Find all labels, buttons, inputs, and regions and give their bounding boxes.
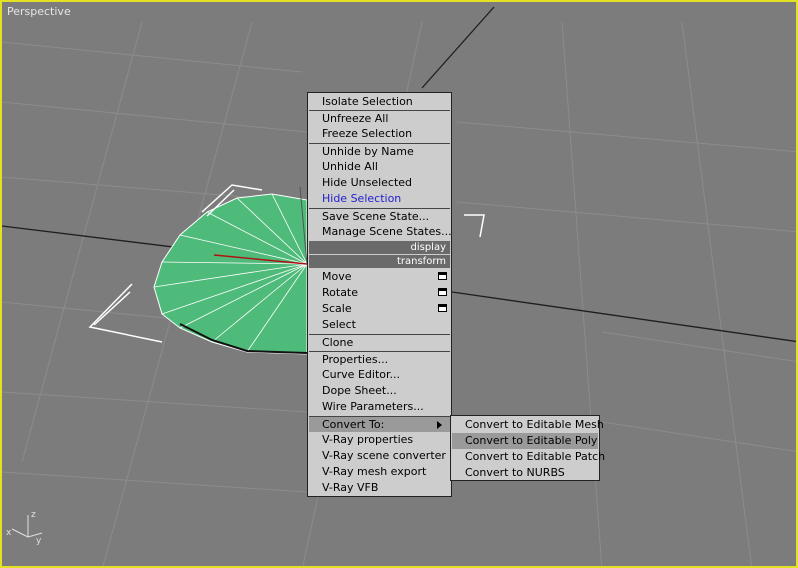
menu-unhide-by-name[interactable]: Unhide by Name: [309, 143, 450, 159]
menu-rotate-label: Rotate: [322, 286, 359, 299]
rotate-settings-icon[interactable]: [438, 288, 447, 296]
quad-header-transform: transform: [309, 255, 450, 268]
axis-z-label: z: [31, 510, 36, 520]
menu-select[interactable]: Select: [309, 317, 450, 333]
menu-move-label: Move: [322, 270, 352, 283]
submenu-editable-poly[interactable]: Convert to Editable Poly: [452, 433, 598, 449]
quad-header-display: display: [309, 241, 450, 254]
axis-x-label: x: [6, 528, 12, 538]
move-settings-icon[interactable]: [438, 272, 447, 280]
scale-settings-icon[interactable]: [438, 304, 447, 312]
menu-convert-to-label: Convert To:: [322, 418, 385, 431]
menu-move[interactable]: Move: [309, 269, 450, 285]
menu-vray-scene-converter[interactable]: V-Ray scene converter: [309, 448, 450, 464]
submenu-arrow-icon: [437, 421, 442, 429]
menu-hide-selection[interactable]: Hide Selection: [309, 191, 450, 207]
viewport-label[interactable]: Perspective: [7, 5, 71, 18]
menu-unfreeze-all[interactable]: Unfreeze All: [309, 110, 450, 126]
menu-clone[interactable]: Clone: [309, 334, 450, 350]
menu-dope-sheet[interactable]: Dope Sheet...: [309, 383, 450, 399]
menu-curve-editor[interactable]: Curve Editor...: [309, 367, 450, 383]
menu-vray-properties[interactable]: V-Ray properties: [309, 432, 450, 448]
menu-vray-vfb[interactable]: V-Ray VFB: [309, 480, 450, 496]
axis-y-label: y: [36, 536, 42, 546]
menu-scale[interactable]: Scale: [309, 301, 450, 317]
menu-manage-scene-states[interactable]: Manage Scene States...: [309, 224, 452, 240]
menu-unhide-all[interactable]: Unhide All: [309, 159, 450, 175]
menu-scale-label: Scale: [322, 302, 352, 315]
submenu-nurbs[interactable]: Convert to NURBS: [452, 465, 598, 481]
menu-properties[interactable]: Properties...: [309, 351, 450, 367]
menu-hide-unselected[interactable]: Hide Unselected: [309, 175, 450, 191]
menu-wire-parameters[interactable]: Wire Parameters...: [309, 399, 450, 415]
convert-to-submenu: Convert to Editable Mesh Convert to Edit…: [450, 415, 605, 481]
menu-vray-mesh-export[interactable]: V-Ray mesh export: [309, 464, 450, 480]
menu-convert-to[interactable]: Convert To:: [309, 416, 450, 432]
submenu-editable-patch[interactable]: Convert to Editable Patch: [452, 449, 605, 465]
quad-menu: Isolate Selection Unfreeze All Freeze Se…: [307, 92, 452, 497]
axis-tripod-icon: z x y: [6, 510, 43, 546]
menu-save-scene-state[interactable]: Save Scene State...: [309, 208, 450, 224]
submenu-editable-mesh[interactable]: Convert to Editable Mesh: [452, 417, 604, 433]
menu-rotate[interactable]: Rotate: [309, 285, 450, 301]
menu-freeze-selection[interactable]: Freeze Selection: [309, 126, 450, 142]
menu-isolate-selection[interactable]: Isolate Selection: [309, 94, 450, 110]
